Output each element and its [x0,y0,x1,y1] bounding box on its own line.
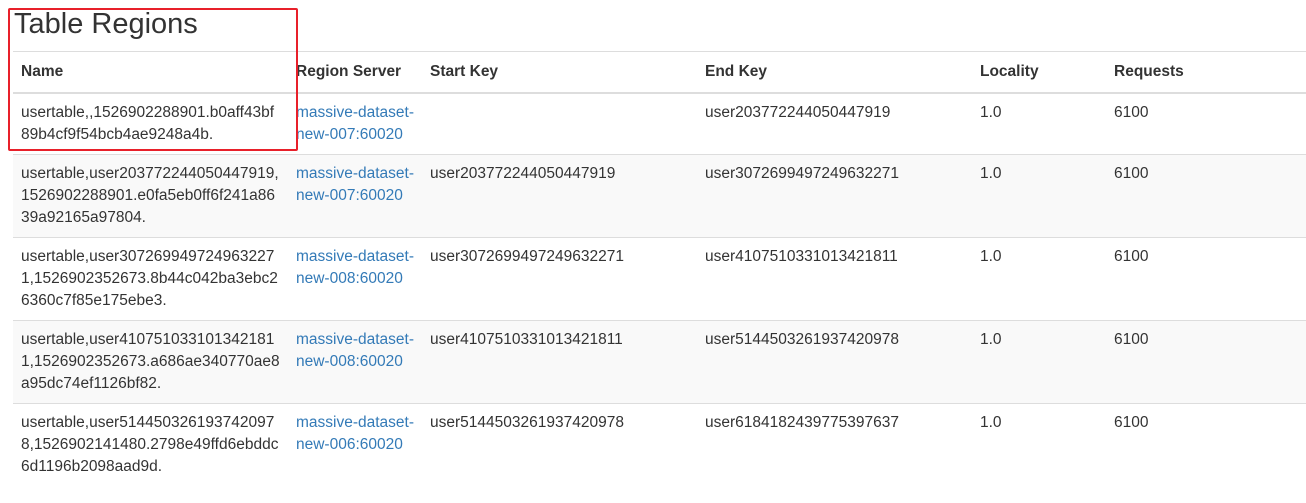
region-server-cell: massive-dataset-new-008:60020 [288,237,422,321]
region-server-link-line1: massive-dataset- [296,104,415,121]
locality: 1.0 [972,403,1106,486]
header-end-key: End Key [697,51,972,94]
start-key: user5144503261937420978 [422,403,697,486]
table-body: usertable,,1526902288901.b0aff43bf89b4cf… [13,92,1306,486]
region-server-link[interactable]: massive-dataset-new-007:60020 [296,104,414,143]
locality: 1.0 [972,154,1106,238]
region-name: usertable,user3072699497249632271,152690… [13,237,288,321]
page-title: Table Regions [14,8,198,40]
locality: 1.0 [972,92,1106,155]
start-key: user203772244050447919 [422,154,697,238]
locality: 1.0 [972,237,1106,321]
end-key: user4107510331013421811 [697,237,972,321]
end-key: user203772244050447919 [697,92,972,155]
region-server-cell: massive-dataset-new-007:60020 [288,154,422,238]
header-requests: Requests [1106,51,1306,94]
region-server-link-line1: massive-dataset- [296,414,415,431]
region-server-link-line2: new-007:60020 [296,187,403,204]
header-name: Name [13,51,288,94]
table-row: usertable,user4107510331013421811,152690… [13,320,1306,404]
region-name: usertable,user4107510331013421811,152690… [13,320,288,404]
start-key: user3072699497249632271 [422,237,697,321]
region-server-link[interactable]: massive-dataset-new-007:60020 [296,165,414,204]
requests: 6100 [1106,92,1306,155]
requests: 6100 [1106,403,1306,486]
header-start-key: Start Key [422,51,697,94]
start-key: user4107510331013421811 [422,320,697,404]
region-server-link-line2: new-007:60020 [296,126,403,143]
region-server-link-line2: new-006:60020 [296,436,403,453]
table-header: Name Region Server Start Key End Key Loc… [13,51,1306,94]
region-name: usertable,user5144503261937420978,152690… [13,403,288,486]
table-row: usertable,user5144503261937420978,152690… [13,403,1306,486]
region-server-cell: massive-dataset-new-007:60020 [288,92,422,155]
page: Table Regions Name Region Server Start K… [0,0,1306,503]
region-name: usertable,,1526902288901.b0aff43bf89b4cf… [13,92,288,155]
header-region-server: Region Server [288,51,422,94]
end-key: user6184182439775397637 [697,403,972,486]
end-key: user3072699497249632271 [697,154,972,238]
header-locality: Locality [972,51,1106,94]
start-key [422,92,697,155]
regions-table: Name Region Server Start Key End Key Loc… [13,51,1306,486]
requests: 6100 [1106,237,1306,321]
region-server-link[interactable]: massive-dataset-new-006:60020 [296,414,414,453]
table-row: usertable,user3072699497249632271,152690… [13,237,1306,321]
region-server-link-line2: new-008:60020 [296,270,403,287]
locality: 1.0 [972,320,1106,404]
table-row: usertable,,1526902288901.b0aff43bf89b4cf… [13,92,1306,155]
end-key: user5144503261937420978 [697,320,972,404]
region-server-link-line1: massive-dataset- [296,331,415,348]
header-row: Name Region Server Start Key End Key Loc… [13,51,1306,94]
region-server-link[interactable]: massive-dataset-new-008:60020 [296,248,414,287]
region-server-link-line1: massive-dataset- [296,248,415,265]
table-row: usertable,user203772244050447919,1526902… [13,154,1306,238]
region-server-link-line1: massive-dataset- [296,165,415,182]
requests: 6100 [1106,154,1306,238]
region-server-cell: massive-dataset-new-008:60020 [288,320,422,404]
region-server-link-line2: new-008:60020 [296,353,403,370]
region-server-cell: massive-dataset-new-006:60020 [288,403,422,486]
region-server-link[interactable]: massive-dataset-new-008:60020 [296,331,414,370]
requests: 6100 [1106,320,1306,404]
region-name: usertable,user203772244050447919,1526902… [13,154,288,238]
